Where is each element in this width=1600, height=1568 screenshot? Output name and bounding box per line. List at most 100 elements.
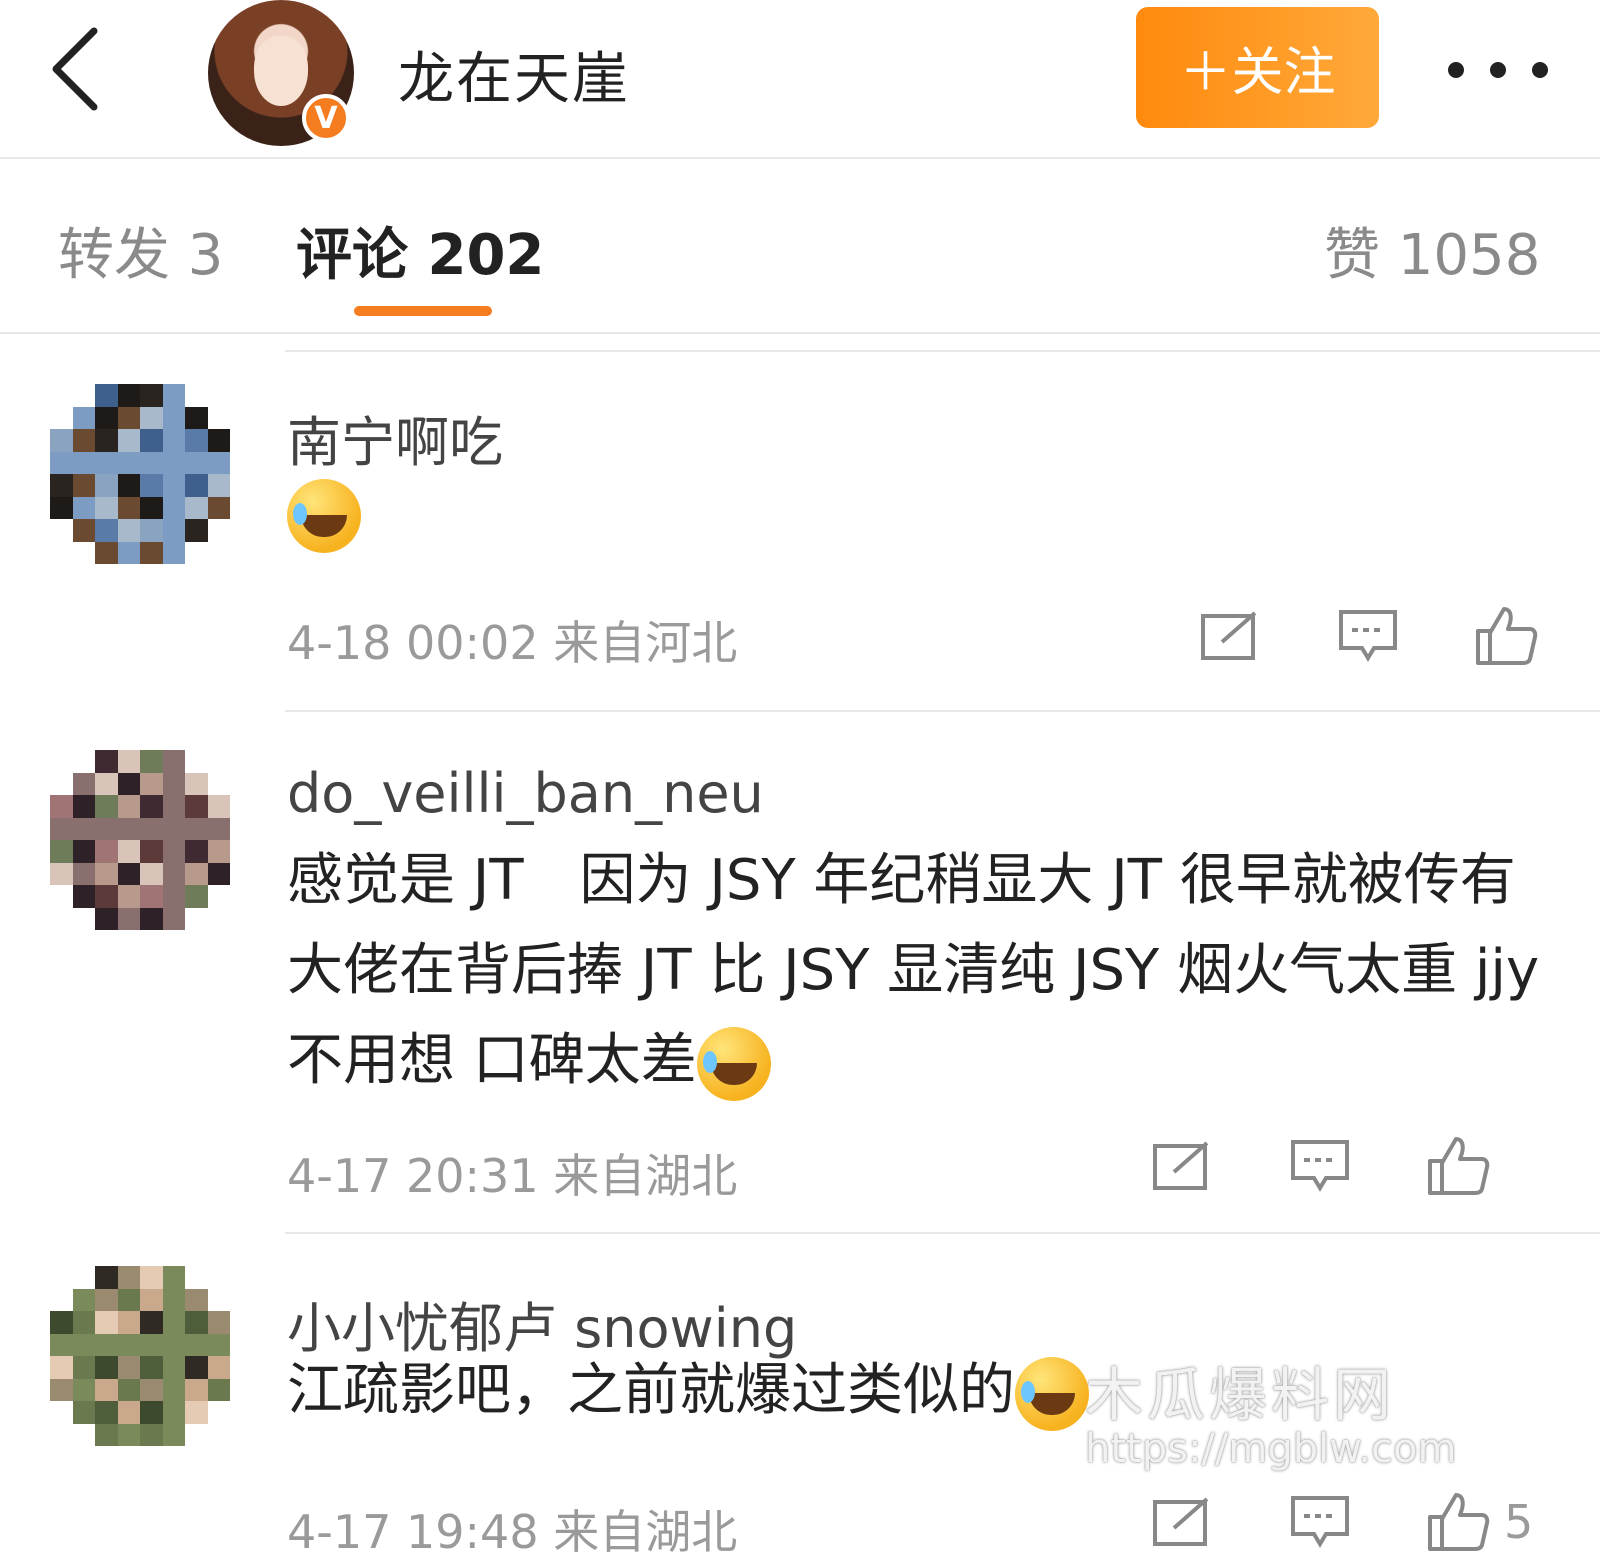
commenter-name[interactable]: do_veilli_ban_neu — [287, 762, 764, 825]
comment-time: 4-17 19:48 — [287, 1505, 539, 1559]
avatar-pixel — [162, 1333, 185, 1356]
avatar-pixel — [117, 519, 140, 542]
avatar-pixel — [140, 885, 163, 908]
avatar-pixel — [207, 885, 230, 908]
repost-button[interactable] — [1198, 604, 1262, 668]
avatar-pixel — [72, 907, 95, 930]
avatar-pixel — [117, 840, 140, 863]
watermark-url: https://mgblw.com — [1085, 1426, 1457, 1472]
commenter-avatar[interactable] — [50, 1266, 230, 1446]
like-button[interactable] — [1426, 1134, 1490, 1198]
repost-icon — [1153, 1141, 1209, 1190]
comment-source: 来自湖北 — [553, 1505, 738, 1559]
avatar-pixel — [140, 1378, 163, 1401]
avatar-pixel — [207, 541, 230, 564]
repost-button[interactable] — [1150, 1134, 1214, 1198]
tab-reposts[interactable]: 转发 3 — [58, 210, 223, 291]
commenter-name[interactable]: 南宁啊吃 — [287, 398, 503, 477]
avatar-pixel — [162, 1288, 185, 1311]
avatar-pixel — [185, 772, 208, 795]
avatar-pixel — [50, 1423, 73, 1446]
avatar-pixel — [72, 541, 95, 564]
comment-meta: 4-17 20:31 来自湖北 — [287, 1140, 737, 1206]
avatar-pixel — [162, 1378, 185, 1401]
laugh-cry-emoji — [1015, 1356, 1089, 1431]
avatar-pixel — [140, 1288, 163, 1311]
avatar-pixel — [162, 840, 185, 863]
avatar-pixel — [140, 840, 163, 863]
avatar-pixel — [72, 496, 95, 519]
avatar-pixel — [185, 1333, 208, 1356]
avatar-pixel — [95, 1423, 118, 1446]
avatar-pixel — [50, 1356, 73, 1379]
repost-button[interactable] — [1150, 1490, 1214, 1554]
avatar-pixel — [50, 429, 73, 452]
avatar-pixel — [207, 795, 230, 818]
avatar-pixel — [72, 384, 95, 407]
like-button[interactable] — [1426, 1490, 1490, 1554]
avatar-pixel — [185, 1266, 208, 1289]
avatar-pixel — [162, 817, 185, 840]
comment-button[interactable] — [1288, 1134, 1352, 1198]
avatar-pixel — [117, 907, 140, 930]
like-button[interactable] — [1474, 604, 1538, 668]
avatar-pixel — [72, 474, 95, 497]
commenter-avatar[interactable] — [50, 384, 230, 564]
avatar-pixel — [140, 1266, 163, 1289]
avatar-pixel — [95, 795, 118, 818]
avatar-pixel — [50, 474, 73, 497]
avatar-pixel — [185, 1401, 208, 1424]
comment-button[interactable] — [1288, 1490, 1352, 1554]
avatar-pixel — [162, 772, 185, 795]
commenter-avatar[interactable] — [50, 750, 230, 930]
avatar-pixel — [140, 496, 163, 519]
avatar-pixel — [50, 750, 73, 773]
avatar-pixel — [50, 1311, 73, 1334]
avatar-pixel — [95, 541, 118, 564]
avatar-pixel — [207, 1333, 230, 1356]
avatar-pixel — [140, 1423, 163, 1446]
avatar-pixel — [185, 1311, 208, 1334]
avatar-pixel — [50, 1288, 73, 1311]
tab-comments[interactable]: 评论 202 — [296, 210, 544, 291]
avatar-pixel — [162, 1356, 185, 1379]
avatar-pixel — [207, 1356, 230, 1379]
avatar-pixel — [140, 817, 163, 840]
comment-meta: 4-17 19:48 来自湖北 — [287, 1496, 737, 1562]
avatar-pixel — [185, 519, 208, 542]
avatar-pixel — [117, 862, 140, 885]
avatar-pixel — [50, 1401, 73, 1424]
verified-badge: V — [302, 94, 350, 142]
avatar-pixel — [95, 519, 118, 542]
avatar-pixel — [95, 907, 118, 930]
avatar-pixel — [140, 474, 163, 497]
avatar-pixel — [140, 429, 163, 452]
avatar-pixel — [207, 817, 230, 840]
avatar-pixel — [50, 384, 73, 407]
avatar-pixel — [140, 384, 163, 407]
back-button[interactable] — [40, 24, 110, 114]
avatar-pixel — [50, 862, 73, 885]
more-icon[interactable] — [1448, 50, 1548, 90]
avatar-pixel — [95, 1333, 118, 1356]
avatar-pixel — [185, 1423, 208, 1446]
avatar-pixel — [140, 1401, 163, 1424]
avatar-pixel — [72, 451, 95, 474]
like-count: 5 — [1504, 1495, 1534, 1549]
comment-time: 4-17 20:31 — [287, 1149, 539, 1203]
avatar-pixel — [72, 1401, 95, 1424]
avatar-pixel — [185, 1378, 208, 1401]
avatar-pixel — [162, 519, 185, 542]
comment-button[interactable] — [1336, 604, 1400, 668]
avatar-pixel — [162, 907, 185, 930]
avatar-pixel — [50, 885, 73, 908]
avatar-pixel — [95, 384, 118, 407]
avatar-pixel — [95, 750, 118, 773]
tab-likes[interactable]: 赞 1058 — [1324, 210, 1540, 291]
avatar-pixel — [162, 885, 185, 908]
avatar-pixel — [207, 1401, 230, 1424]
back-arrow-icon — [52, 27, 98, 111]
avatar-pixel — [95, 1288, 118, 1311]
follow-button[interactable]: ＋关注 — [1136, 7, 1379, 128]
laugh-cry-emoji — [696, 1026, 771, 1101]
